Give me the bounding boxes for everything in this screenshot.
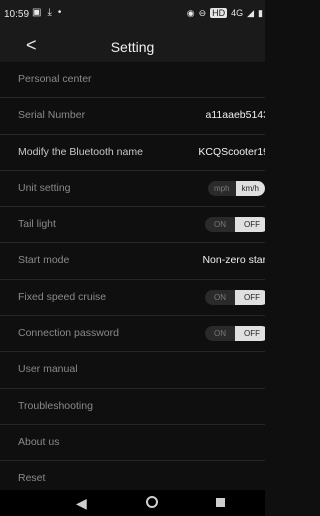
tail-light-off-option[interactable]: OFF — [235, 217, 265, 233]
cruise-on-option[interactable]: ON — [205, 289, 235, 305]
tail-light-toggle[interactable]: ON OFF — [205, 217, 265, 233]
unit-mph-option[interactable]: mph — [208, 180, 236, 196]
fixed-speed-cruise-toggle[interactable]: ON OFF — [205, 289, 265, 305]
row-fixed-speed-cruise: Fixed speed cruise ON OFF — [0, 280, 265, 317]
row-label: Start mode — [18, 254, 70, 267]
signal-icon: ◢ — [247, 8, 255, 18]
row-label: Troubleshooting — [18, 399, 93, 412]
serial-number-value: a11aaeb5143 — [205, 109, 265, 122]
status-bar: 10:59 ▣ ⤓ • ◉ ⊖ HD 4G ◢ ▮ — [0, 0, 265, 30]
row-label: User manual — [18, 363, 78, 376]
title-bar: < Setting — [0, 30, 265, 62]
system-nav-bar: ◀ — [0, 490, 265, 516]
row-troubleshooting[interactable]: Troubleshooting — [0, 389, 265, 425]
row-tail-light: Tail light ON OFF — [0, 207, 265, 244]
row-bluetooth-name[interactable]: Modify the Bluetooth name KCQScooter19 — [0, 135, 265, 171]
hd-icon: HD — [210, 8, 228, 18]
gallery-icon: ▣ — [32, 7, 42, 18]
row-label: Modify the Bluetooth name — [18, 145, 143, 158]
nav-recents-icon[interactable] — [216, 498, 225, 507]
row-label: Tail light — [18, 218, 56, 231]
cruise-off-option[interactable]: OFF — [235, 289, 265, 305]
row-label: Personal center — [18, 73, 92, 85]
network-label: 4G — [231, 8, 244, 18]
battery-icon: ▮ — [258, 8, 263, 18]
row-label: About us — [18, 435, 60, 448]
row-label: Connection password — [18, 327, 119, 340]
password-off-option[interactable]: OFF — [235, 326, 265, 342]
start-mode-value: Non-zero start — [202, 254, 265, 267]
page-title: Setting — [110, 39, 155, 55]
row-personal-center[interactable]: Personal center — [0, 62, 265, 99]
row-label: Serial Number — [18, 109, 86, 122]
row-user-manual[interactable]: User manual — [0, 352, 265, 389]
dot-icon: • — [57, 7, 62, 18]
bluetooth-name-value: KCQScooter19 — [198, 145, 265, 158]
row-serial-number: Serial Number a11aaeb5143 — [0, 98, 265, 135]
row-unit-setting: Unit setting mph km/h — [0, 171, 265, 208]
status-time: 10:59 — [4, 9, 30, 20]
row-connection-password: Connection password ON OFF — [0, 316, 265, 353]
row-label: Unit setting — [18, 181, 71, 194]
do-not-disturb-icon: ⊖ — [198, 8, 207, 18]
settings-list: Personal center Serial Number a11aaeb514… — [0, 62, 265, 498]
tail-light-on-option[interactable]: ON — [205, 217, 235, 233]
row-about-us[interactable]: About us — [0, 425, 265, 462]
nav-home-icon[interactable] — [146, 496, 158, 508]
nav-back-icon[interactable]: ◀ — [76, 495, 87, 512]
password-on-option[interactable]: ON — [205, 326, 235, 342]
row-label: Fixed speed cruise — [18, 290, 107, 303]
connection-password-toggle[interactable]: ON OFF — [205, 326, 265, 342]
unit-kmh-option[interactable]: km/h — [235, 180, 265, 196]
location-icon: ◉ — [186, 8, 195, 18]
unit-toggle[interactable]: mph km/h — [208, 180, 265, 196]
download-icon: ⤓ — [47, 7, 52, 18]
row-label: Reset — [18, 472, 46, 485]
row-start-mode[interactable]: Start mode Non-zero start — [0, 243, 265, 280]
